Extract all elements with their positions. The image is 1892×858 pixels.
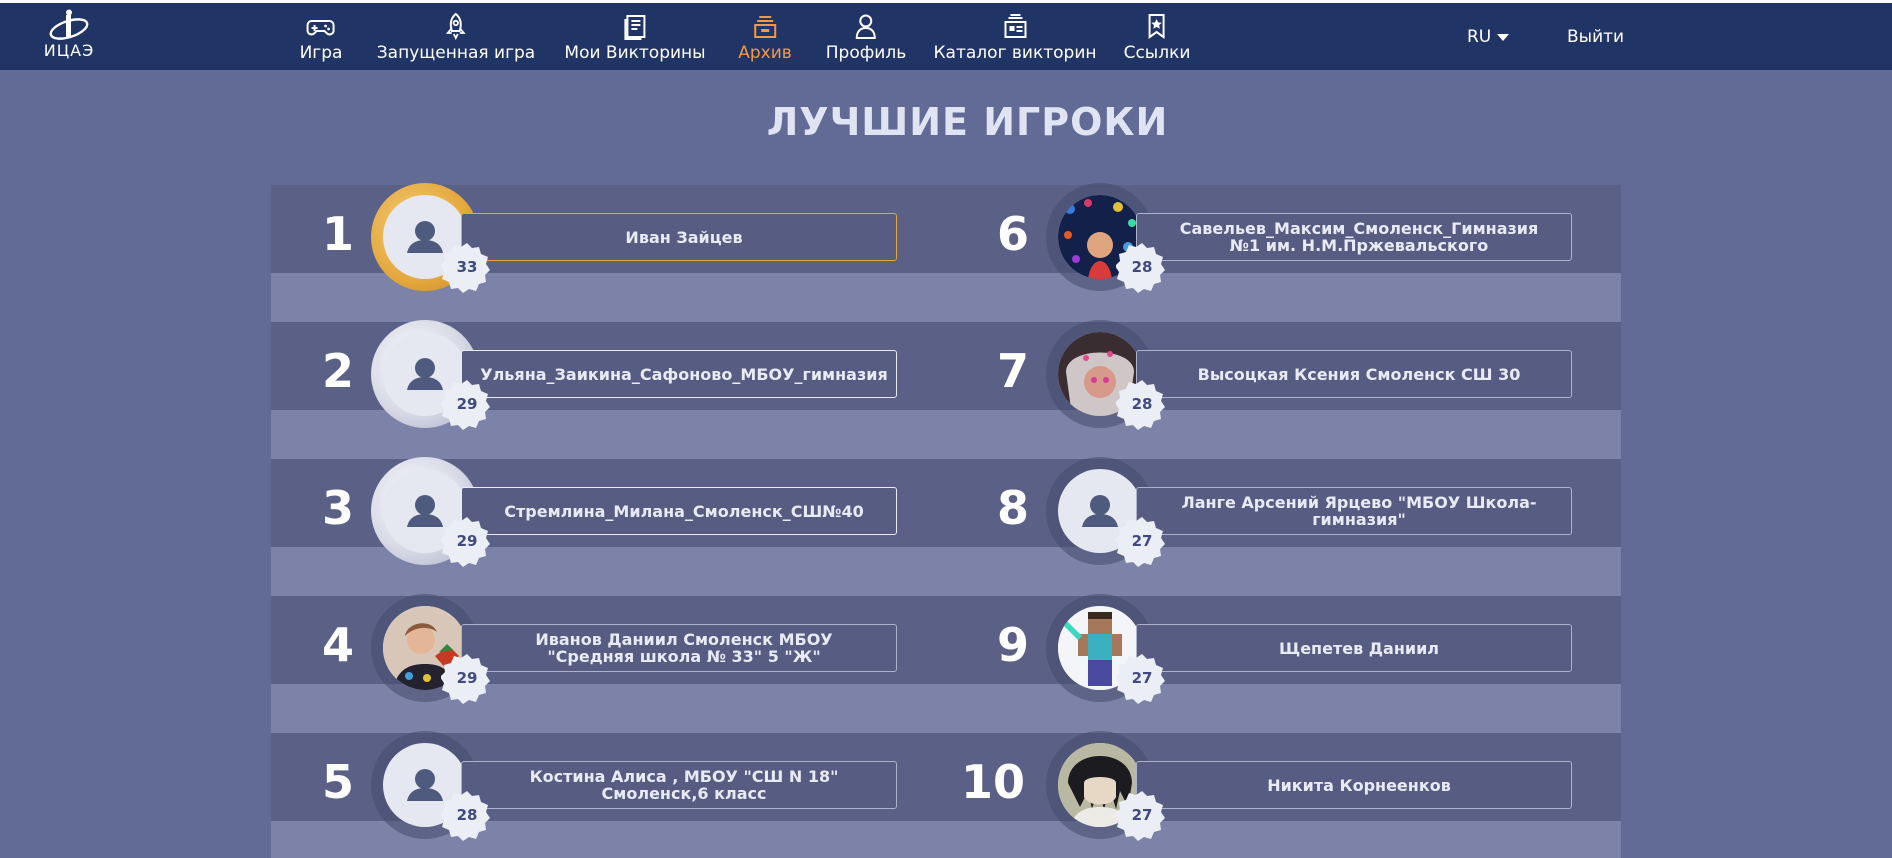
nav-item-profile[interactable]: Профиль <box>826 11 906 69</box>
score-value: 27 <box>1131 806 1153 824</box>
score-badge: 28 <box>441 789 493 841</box>
score-value: 27 <box>1131 532 1153 550</box>
catalog-icon <box>1003 14 1026 38</box>
nav-label-running-game: Запущенная игра <box>376 43 536 63</box>
leader-entry-7[interactable]: 7 Высоцкая Ксения Смоленск СШ 30 28 <box>966 320 1576 430</box>
rank-number: 1 <box>321 207 354 261</box>
logo-icon <box>49 9 89 40</box>
score-value: 27 <box>1131 669 1153 687</box>
leader-entry-2[interactable]: 2 Ульяна_Заикина_Сафоново_МБОУ_гимназия … <box>291 320 901 430</box>
page-title: ЛУЧШИЕ ИГРОКИ <box>766 100 1169 144</box>
rank-number: 10 <box>960 755 1025 809</box>
score-badge: 27 <box>1116 515 1168 567</box>
document-icon <box>624 15 645 40</box>
leader-entry-3[interactable]: 3 Стремлина_Милана_Смоленск_СШ№40 29 <box>291 457 901 567</box>
nav-label-game: Игра <box>299 43 343 63</box>
score-badge: 29 <box>441 652 493 704</box>
leader-entry-10[interactable]: 10 Никита Корнеенков 27 <box>950 731 1572 841</box>
score-badge: 29 <box>441 378 493 430</box>
leader-entry-6[interactable]: 6 Савельев_Максим_Смоленск_Гимназия №1 и… <box>966 183 1576 293</box>
score-badge: 27 <box>1116 652 1168 704</box>
nav-label-archive: Архив <box>738 43 792 63</box>
score-value: 28 <box>1131 258 1153 276</box>
score-value: 28 <box>456 806 478 824</box>
score-badge: 28 <box>1116 241 1168 293</box>
site-logo[interactable]: ИЦАЭ <box>38 9 100 67</box>
caret-down-icon <box>1497 33 1510 41</box>
rank-number: 3 <box>321 481 354 535</box>
rank-number: 7 <box>996 344 1029 398</box>
score-value: 28 <box>1131 395 1153 413</box>
player-name: Высоцкая Ксения Смоленск СШ 30 <box>1136 350 1572 398</box>
nav-item-archive[interactable]: Архив <box>738 11 792 69</box>
nav-label-my-quizzes: Мои Викторины <box>564 43 706 63</box>
score-badge: 33 <box>441 241 493 293</box>
bookmark-star-icon <box>1148 14 1165 39</box>
rank-number: 9 <box>996 618 1029 672</box>
score-value: 33 <box>456 258 478 276</box>
rank-number: 4 <box>321 618 354 672</box>
player-name: Ланге Арсений Ярцево "МБОУ Школа-гимнази… <box>1136 487 1572 535</box>
logout-button[interactable]: Выйти <box>1567 27 1624 47</box>
player-name: Стремлина_Милана_Смоленск_СШ№40 <box>461 487 897 535</box>
rocket-icon <box>446 12 466 41</box>
player-name: Никита Корнеенков <box>1136 761 1572 809</box>
nav-item-running-game[interactable]: Запущенная игра <box>377 11 535 69</box>
score-badge: 28 <box>1116 378 1168 430</box>
rank-number: 5 <box>321 755 354 809</box>
nav-item-game[interactable]: Игра <box>299 11 343 69</box>
nav-item-my-quizzes[interactable]: Мои Викторины <box>564 11 706 69</box>
nav-label-links: Ссылки <box>1123 43 1191 63</box>
nav-label-profile: Профиль <box>825 43 907 63</box>
top-navbar: ИЦАЭ Игра Запущенная игра Мои Викторины <box>0 0 1892 70</box>
rank-number: 6 <box>996 207 1029 261</box>
player-name: Костина Алиса , МБОУ "СШ N 18" Смоленск,… <box>461 761 897 809</box>
score-value: 29 <box>456 669 478 687</box>
leader-entry-1[interactable]: 1 Иван Зайцев 33 <box>291 183 901 293</box>
nav-item-links[interactable]: Ссылки <box>1123 11 1191 69</box>
nav-label-quiz-catalog: Каталог викторин <box>933 43 1097 63</box>
leader-entry-4[interactable]: 4 Иванов Даниил Смоленск МБОУ "Средняя ш… <box>291 594 901 704</box>
player-name: Щепетев Даниил <box>1136 624 1572 672</box>
player-name: Иван Зайцев <box>461 213 897 261</box>
language-value: RU <box>1467 27 1492 47</box>
leader-entry-9[interactable]: 9 Щепетев Даниил 27 <box>966 594 1576 704</box>
rank-number: 2 <box>321 344 354 398</box>
score-badge: 27 <box>1116 789 1168 841</box>
archive-icon <box>754 16 776 38</box>
score-value: 29 <box>456 532 478 550</box>
language-selector[interactable]: RU <box>1467 27 1510 47</box>
nav-item-quiz-catalog[interactable]: Каталог викторин <box>933 11 1097 69</box>
score-value: 29 <box>456 395 478 413</box>
player-name: Иванов Даниил Смоленск МБОУ "Средняя шко… <box>461 624 897 672</box>
gamepad-icon <box>306 20 335 36</box>
rank-number: 8 <box>996 481 1029 535</box>
player-name: Савельев_Максим_Смоленск_Гимназия №1 им.… <box>1136 213 1572 261</box>
user-icon <box>855 14 876 39</box>
player-name: Ульяна_Заикина_Сафоново_МБОУ_гимназия <box>461 350 897 398</box>
logo-text: ИЦАЭ <box>43 41 95 60</box>
leader-entry-8[interactable]: 8 Ланге Арсений Ярцево "МБОУ Школа-гимна… <box>966 457 1576 567</box>
score-badge: 29 <box>441 515 493 567</box>
leader-entry-5[interactable]: 5 Костина Алиса , МБОУ "СШ N 18" Смоленс… <box>291 731 901 841</box>
